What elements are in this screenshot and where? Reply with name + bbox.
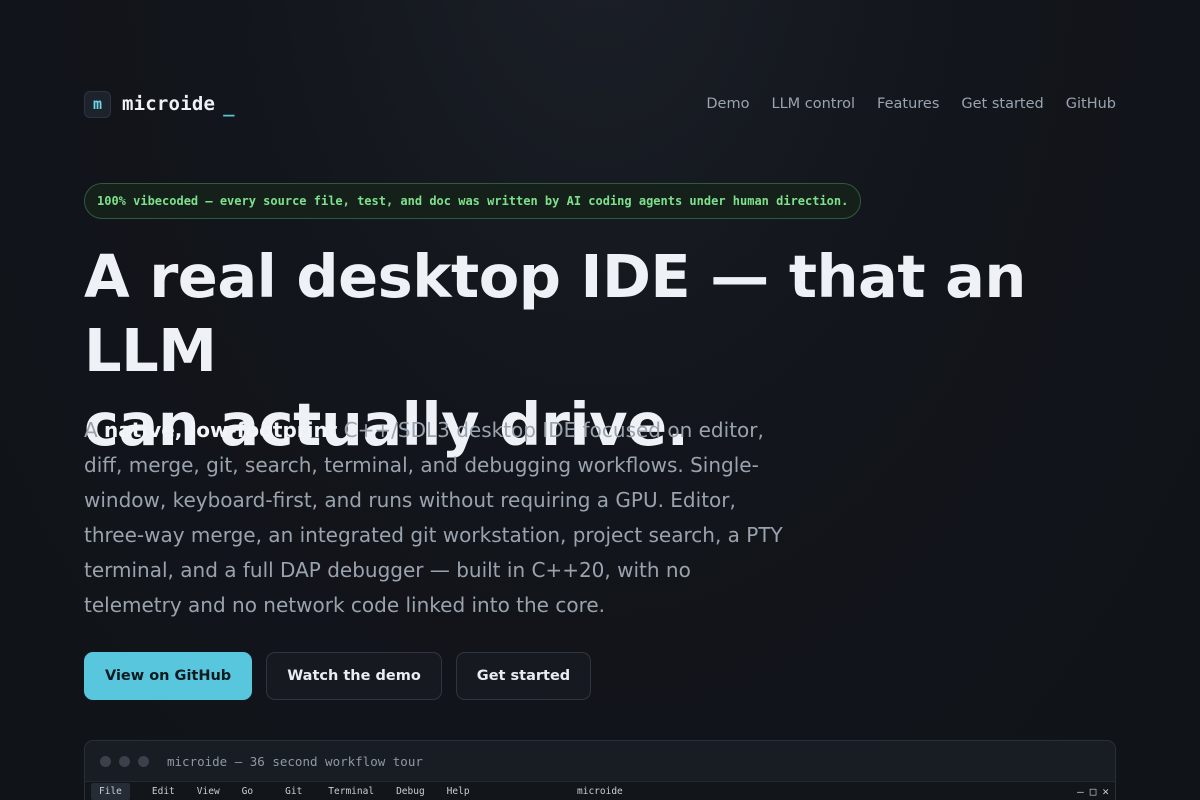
brand-name: microide [122,93,216,115]
window-dot-icon [100,755,111,767]
brand-cursor: _ [223,95,235,117]
maximize-icon[interactable]: □ [1090,785,1097,798]
logo-icon: m [84,90,111,118]
app-menubar: File Edit View Go Git Terminal Debug Hel… [85,781,1115,800]
minimize-icon[interactable]: — [1077,785,1084,798]
vibecoded-badge: 100% vibecoded — every source file, test… [84,183,862,219]
demo-video-window[interactable]: microide — 36 second workflow tour File … [84,740,1116,800]
window-dot-icon [119,755,130,767]
nav-link-github[interactable]: GitHub [1066,96,1116,112]
app-title: microide [577,786,623,797]
nav-link-demo[interactable]: Demo [706,96,749,112]
close-icon[interactable]: ✕ [1102,785,1109,798]
window-controls: — □ ✕ [1077,785,1109,798]
lede-emphasis: native, low-footprint [104,418,338,442]
lede-body: C++/SDL3 desktop IDE focused on editor, … [84,418,783,617]
menu-git[interactable]: Git [285,786,302,797]
menu-debug[interactable]: Debug [396,786,425,797]
nav-link-get-started[interactable]: Get started [961,96,1043,112]
menu-help[interactable]: Help [447,786,470,797]
get-started-button[interactable]: Get started [455,652,592,700]
menu-file[interactable]: File [91,783,130,800]
view-on-github-button[interactable]: View on GitHub [84,652,253,700]
top-nav: Demo LLM control Features Get started Gi… [706,96,1116,112]
hero-description: A native, low-footprint C++/SDL3 desktop… [84,413,784,623]
window-title: microide — 36 second workflow tour [167,753,423,769]
window-titlebar: microide — 36 second workflow tour [85,741,1115,781]
brand-link[interactable]: m microide _ [84,90,235,118]
menu-view[interactable]: View [197,786,220,797]
watch-demo-button[interactable]: Watch the demo [266,652,442,700]
menu-edit[interactable]: Edit [152,786,175,797]
site-header: m microide _ Demo LLM control Features G… [84,88,1116,120]
lede-prefix: A [84,418,105,442]
window-dot-icon [138,755,149,767]
menu-terminal[interactable]: Terminal [328,786,374,797]
headline-line-1: A real desktop IDE — that an LLM [84,242,1026,385]
nav-link-features[interactable]: Features [877,96,939,112]
cta-buttons: View on GitHub Watch the demo Get starte… [84,652,605,700]
menu-go[interactable]: Go [242,786,253,797]
nav-link-llm-control[interactable]: LLM control [771,96,855,112]
